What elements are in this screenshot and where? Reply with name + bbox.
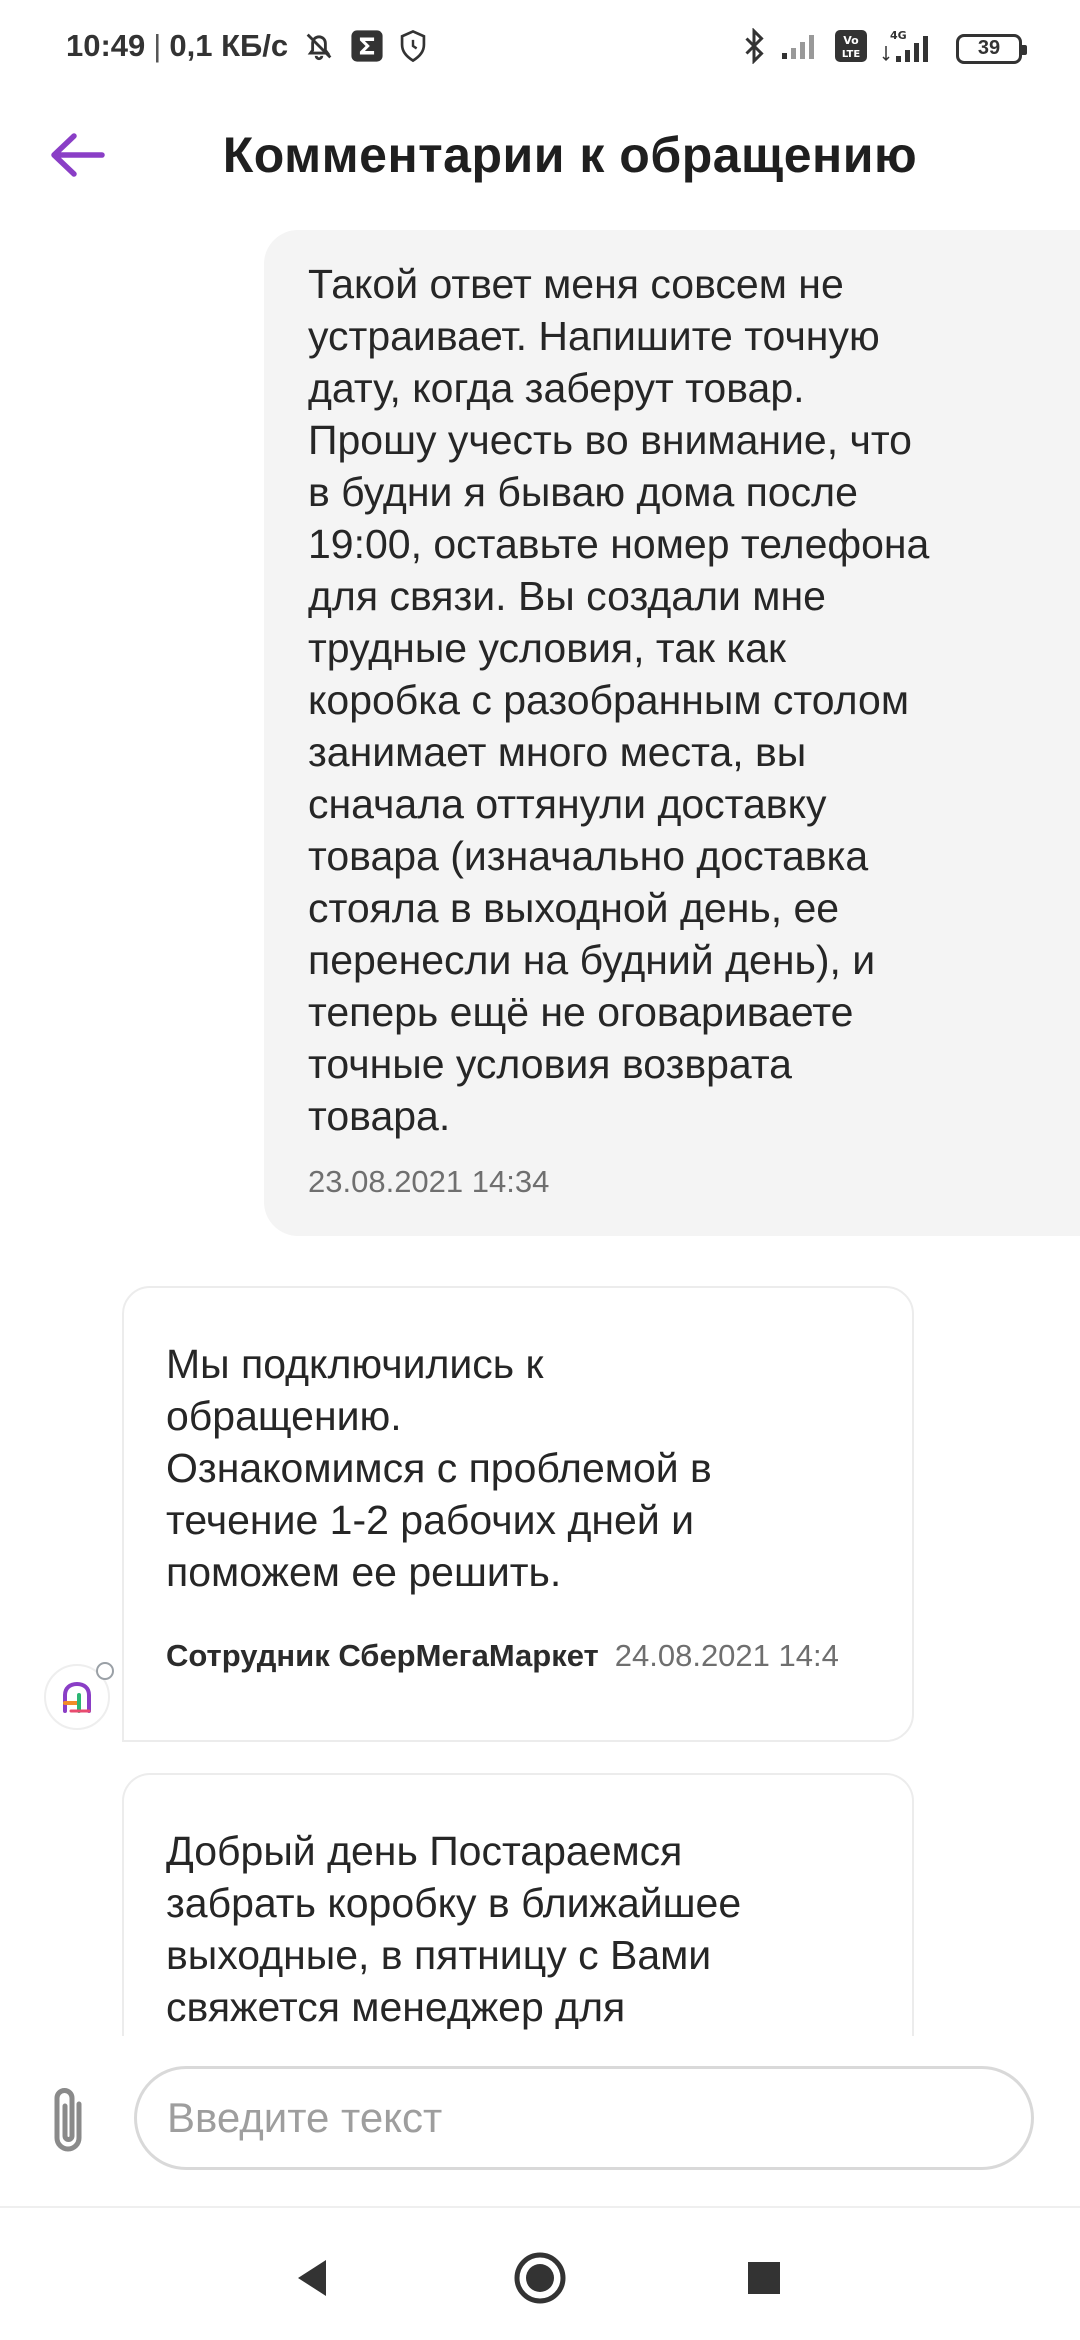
signal-4g-icon: 4G: [882, 28, 942, 69]
svg-text:LTE: LTE: [842, 49, 861, 60]
message-text: Добрый день Постараемся забрать коробку …: [166, 1828, 742, 2030]
nav-home-button[interactable]: [508, 2246, 572, 2310]
shield-icon: [398, 29, 428, 63]
user-message: Такой ответ меня совсем не устраивает. Н…: [264, 230, 1080, 1236]
svg-text:Vo: Vo: [843, 34, 859, 47]
paperclip-icon: [54, 2088, 82, 2152]
page-title: Комментарии к обращению: [222, 127, 918, 183]
nav-back-button[interactable]: [280, 2246, 344, 2310]
circle-home-icon: [514, 2252, 566, 2304]
network-speed: 0,1 КБ/с: [169, 28, 289, 63]
message-timestamp: 23.08.2021 14:34: [308, 1164, 550, 1199]
status-left: 10:49 | 0,1 КБ/с: [66, 28, 428, 64]
bell-muted-icon: [302, 29, 336, 63]
sigma-app-icon: [350, 29, 384, 63]
attach-button[interactable]: [36, 2076, 100, 2166]
avatar: [44, 1662, 114, 1730]
message-meta: Сотрудник СберМегаМаркет 24.08.2021 14:4: [166, 1638, 870, 1674]
message-text: Такой ответ меня совсем не устраивает. Н…: [308, 261, 930, 1139]
message-text: Мы подключились к обращению. Ознакомимся…: [166, 1341, 712, 1595]
navigation-bar: [0, 2208, 1080, 2340]
nav-recents-button[interactable]: [732, 2246, 796, 2310]
screen: 10:49 | 0,1 КБ/с Vo LTE 4G 39 Комментари…: [0, 0, 1080, 2340]
status-right: Vo LTE 4G 39: [742, 27, 1027, 69]
message-input[interactable]: [134, 2066, 1034, 2170]
status-separator: |: [153, 28, 162, 63]
agent-message: Добрый день Постараемся забрать коробку …: [122, 1773, 914, 2036]
svg-text:4G: 4G: [890, 29, 907, 42]
message-timestamp: 24.08.2021 14:4: [614, 1638, 839, 1673]
square-recents-icon: [748, 2262, 780, 2294]
agent-message: Мы подключились к обращению. Ознакомимся…: [122, 1286, 914, 1742]
bluetooth-icon: [742, 27, 766, 69]
status-bar: 10:49 | 0,1 КБ/с Vo LTE 4G 39: [0, 0, 1080, 96]
chat-thread[interactable]: Такой ответ меня совсем не устраивает. Н…: [0, 216, 1080, 2036]
verified-badge-icon: [96, 1662, 114, 1680]
message-composer: [0, 2036, 1080, 2208]
header: Комментарии к обращению: [0, 96, 1080, 216]
signal-1-icon: [780, 31, 820, 66]
message-author: Сотрудник СберМегаМаркет: [166, 1638, 599, 1673]
volte-icon: Vo LTE: [834, 29, 868, 68]
triangle-back-icon: [298, 2260, 326, 2296]
battery-indicator: 39: [956, 33, 1027, 64]
status-time: 10:49: [66, 28, 146, 63]
megamarket-logo-icon: [63, 1681, 91, 1713]
